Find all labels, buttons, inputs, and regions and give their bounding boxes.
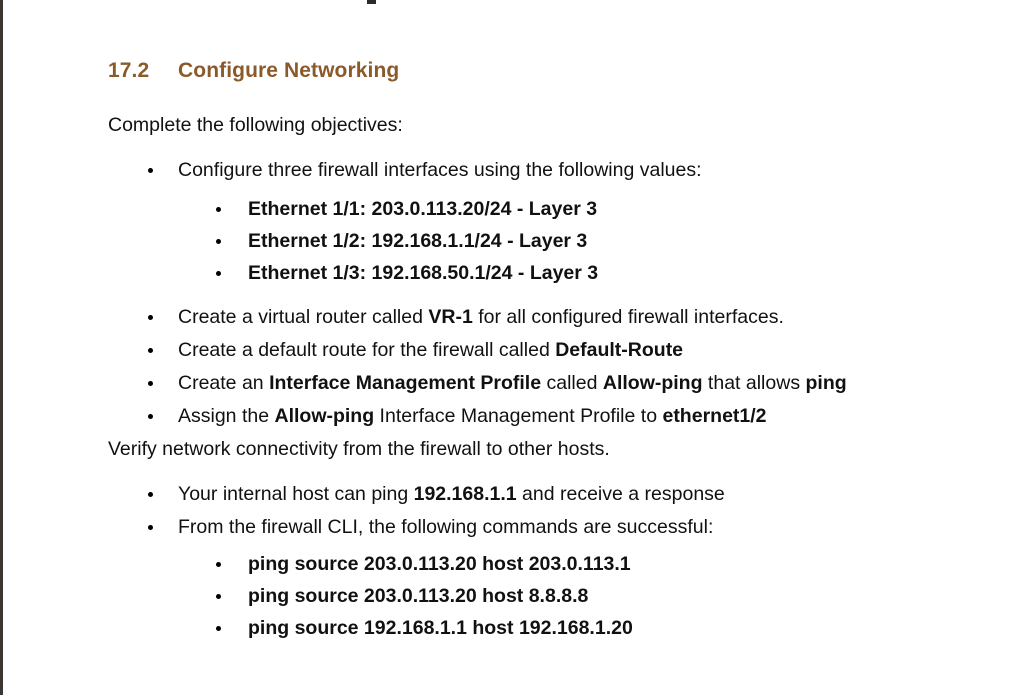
list-item-text: Your internal host can ping	[178, 483, 414, 505]
configuration-tasks-list: Create a virtual router called VR-1 for …	[148, 301, 847, 433]
list-item-text: Assign the	[178, 405, 275, 427]
clipped-text-fragment	[367, 0, 376, 4]
list-item: ping source 192.168.1.1 host 192.168.1.2…	[216, 612, 633, 644]
interface-value-text: Ethernet 1/2: 192.168.1.1/24 - Layer 3	[248, 230, 588, 252]
interfaces-intro-list: Configure three firewall interfaces usin…	[148, 154, 702, 187]
bullet-dot-icon	[216, 562, 221, 567]
bullet-dot-icon	[148, 381, 153, 386]
emphasized-term: ping	[805, 372, 847, 394]
bullet-dot-icon	[216, 239, 221, 244]
verification-checks-list: Your internal host can ping 192.168.1.1 …	[148, 478, 725, 544]
section-heading: 17.2 Configure Networking	[108, 59, 399, 83]
list-item-text: Create a virtual router called	[178, 306, 429, 328]
emphasized-term: VR-1	[428, 306, 473, 328]
list-item-text: Interface Management Profile to	[374, 405, 663, 427]
list-item: Create a default route for the firewall …	[148, 334, 847, 367]
bullet-dot-icon	[148, 525, 153, 530]
list-item-text: Create an	[178, 372, 270, 394]
bullet-dot-icon	[148, 414, 153, 419]
list-item-text: Create a default route for the firewall …	[178, 339, 556, 361]
list-item: Assign the Allow-ping Interface Manageme…	[148, 400, 847, 433]
emphasized-term: Default-Route	[555, 339, 684, 361]
emphasized-term: 192.168.1.1	[413, 483, 517, 505]
ping-command-text: ping source 203.0.113.20 host 8.8.8.8	[248, 585, 589, 607]
list-item: Your internal host can ping 192.168.1.1 …	[148, 478, 725, 511]
list-item: From the firewall CLI, the following com…	[148, 511, 725, 544]
list-item: ping source 203.0.113.20 host 8.8.8.8	[216, 580, 633, 612]
list-item-text: From the firewall CLI, the following com…	[178, 516, 714, 538]
list-item: ping source 203.0.113.20 host 203.0.113.…	[216, 548, 633, 580]
bullet-dot-icon	[216, 207, 221, 212]
bullet-dot-icon	[216, 594, 221, 599]
interface-value-text: Ethernet 1/1: 203.0.113.20/24 - Layer 3	[248, 198, 598, 220]
bullet-dot-icon	[216, 626, 221, 631]
ping-command-text: ping source 192.168.1.1 host 192.168.1.2…	[248, 617, 633, 639]
page-left-border	[0, 0, 3, 695]
list-item: Create a virtual router called VR-1 for …	[148, 301, 847, 334]
emphasized-term: Allow-ping	[274, 405, 375, 427]
emphasized-term: ethernet1/2	[662, 405, 767, 427]
list-item: Create an Interface Management Profile c…	[148, 367, 847, 400]
verify-paragraph: Verify network connectivity from the fir…	[108, 438, 610, 460]
section-number: 17.2	[108, 59, 150, 82]
bullet-dot-icon	[148, 348, 153, 353]
bullet-dot-icon	[216, 271, 221, 276]
interface-value-text: Ethernet 1/3: 192.168.50.1/24 - Layer 3	[248, 262, 599, 284]
list-item-text: that allows	[702, 372, 806, 394]
emphasized-term: Allow-ping	[602, 372, 703, 394]
list-item-text: for all configured firewall interfaces.	[472, 306, 784, 328]
list-item: Configure three firewall interfaces usin…	[148, 154, 702, 187]
emphasized-term: Interface Management Profile	[269, 372, 542, 394]
bullet-dot-icon	[148, 168, 153, 173]
list-item: Ethernet 1/1: 203.0.113.20/24 - Layer 3	[216, 193, 598, 225]
bullet-dot-icon	[148, 492, 153, 497]
list-item: Ethernet 1/3: 192.168.50.1/24 - Layer 3	[216, 257, 598, 289]
interfaces-bullet-text: Configure three firewall interfaces usin…	[178, 159, 702, 181]
bullet-dot-icon	[148, 315, 153, 320]
list-item-text: called	[541, 372, 603, 394]
list-item-text: and receive a response	[516, 483, 725, 505]
intro-paragraph: Complete the following objectives:	[108, 114, 403, 136]
ping-command-text: ping source 203.0.113.20 host 203.0.113.…	[248, 553, 631, 575]
section-title: Configure Networking	[178, 59, 400, 82]
list-item: Ethernet 1/2: 192.168.1.1/24 - Layer 3	[216, 225, 598, 257]
interface-values-list: Ethernet 1/1: 203.0.113.20/24 - Layer 3 E…	[216, 193, 598, 289]
ping-commands-list: ping source 203.0.113.20 host 203.0.113.…	[216, 548, 633, 644]
document-page: 17.2 Configure Networking Complete the f…	[0, 0, 1024, 695]
